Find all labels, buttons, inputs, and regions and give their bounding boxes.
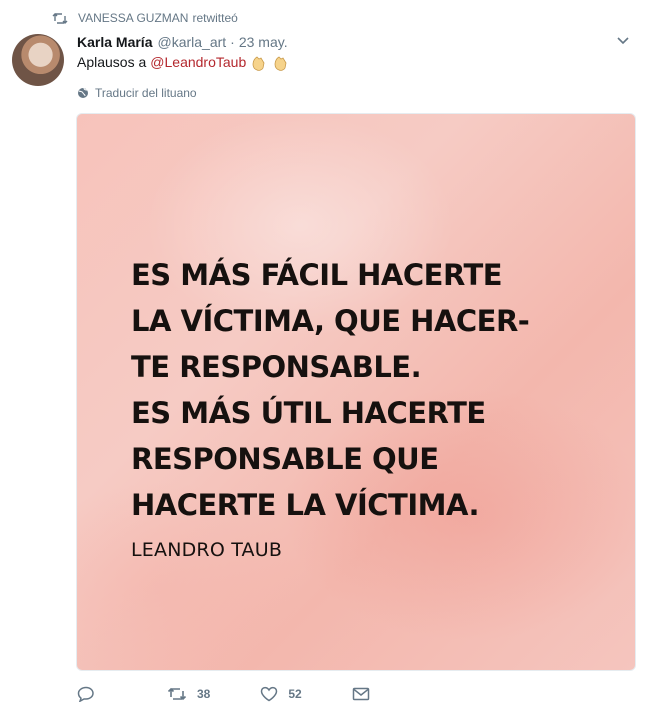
image-author: LEANDRO TAUB [131, 539, 283, 561]
reply-button[interactable] [77, 686, 105, 702]
quote-line: TE RESPONSABLE. [131, 350, 422, 384]
retweet-button[interactable]: 38 [167, 686, 210, 702]
retweet-context: VANESSA GUZMAN retwitteó [52, 9, 238, 27]
translate-link[interactable]: Traducir del lituano [77, 85, 197, 101]
header-separator: · [230, 34, 235, 50]
retweet-count: 38 [197, 687, 211, 701]
direct-message-button[interactable] [352, 687, 380, 701]
like-count: 52 [288, 687, 302, 701]
tweet-text: Aplausos a @LeandroTaub [77, 53, 290, 72]
retweeter-name[interactable]: VANESSA GUZMAN [78, 11, 188, 25]
tweet-image[interactable]: ES MÁS FÁCIL HACERTE LA VÍCTIMA, QUE HAC… [76, 113, 636, 671]
tweet-actions: 38 52 [77, 684, 605, 704]
retweet-action-text: retwitteó [192, 11, 238, 25]
clapping-hands-icon [252, 56, 265, 71]
quote-line: LA VÍCTIMA, QUE HACER- [131, 304, 530, 338]
quote-line: RESPONSABLE QUE [131, 442, 439, 476]
like-button[interactable]: 52 [260, 686, 302, 702]
mention-link[interactable]: @LeandroTaub [150, 53, 246, 72]
globe-icon [78, 87, 89, 98]
quote-line: HACERTE LA VÍCTIMA. [131, 488, 480, 522]
heart-icon [261, 686, 278, 702]
translate-label: Traducir del lituano [95, 86, 197, 100]
avatar[interactable] [12, 34, 64, 86]
quote-line: ES MÁS ÚTIL HACERTE [131, 396, 486, 430]
quote-line: ES MÁS FÁCIL HACERTE [131, 258, 503, 292]
author-handle[interactable]: @karla_art [157, 34, 226, 50]
tweet-time[interactable]: 23 may. [239, 34, 288, 50]
chevron-down-icon[interactable] [615, 34, 631, 48]
envelope-icon [352, 687, 369, 701]
retweet-icon [52, 12, 68, 24]
retweet-icon [167, 687, 187, 701]
reply-icon [77, 686, 94, 702]
image-quote: ES MÁS FÁCIL HACERTE LA VÍCTIMA, QUE HAC… [131, 252, 601, 528]
author-name[interactable]: Karla María [77, 34, 152, 50]
tweet-text-prefix: Aplausos a [77, 54, 147, 70]
clapping-hands-icon [274, 56, 287, 71]
tweet-header: Karla María @karla_art · 23 may. [77, 33, 605, 51]
